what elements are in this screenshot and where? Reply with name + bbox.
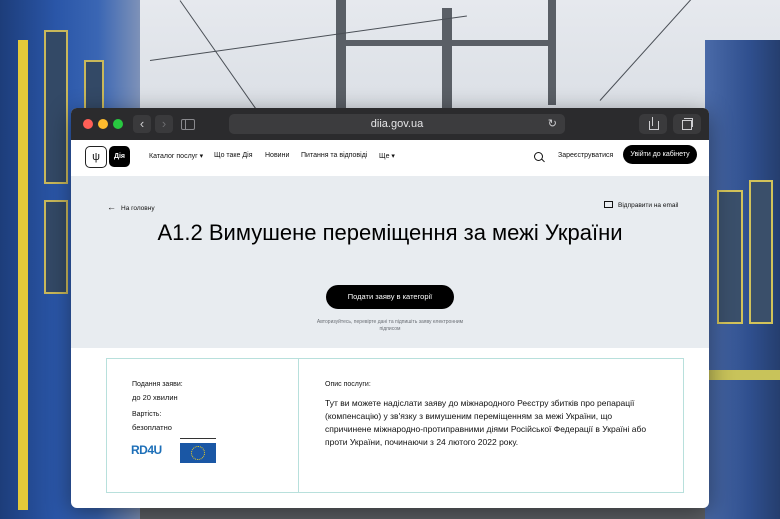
back-to-home-link[interactable]: ← На головну <box>107 202 155 212</box>
nav-news[interactable]: Новини <box>265 152 289 159</box>
register-link[interactable]: Зареєструватися <box>558 152 613 159</box>
diia-logo[interactable]: Дія <box>109 146 130 167</box>
train-window <box>749 180 773 324</box>
catenary-pole <box>548 0 556 105</box>
site-header: ψ Дія Каталог послуг ▾ Що таке Дія Новин… <box>71 140 709 176</box>
train-window <box>44 200 68 294</box>
trident-logo-icon[interactable]: ψ <box>85 146 107 168</box>
page-title: А1.2 Вимушене переміщення за межі Україн… <box>157 220 623 245</box>
mail-icon <box>604 201 613 208</box>
service-info-card: Подання заяви: до 20 хвилин Вартість: бе… <box>106 358 684 493</box>
back-to-home-label: На головну <box>121 205 155 212</box>
nav-faq[interactable]: Питання та відповіді <box>301 152 367 159</box>
service-description: Тут ви можете надіслати заяву до міжнаро… <box>325 398 647 447</box>
service-hero: ← На головну Відправити на email А1.2 Вим… <box>71 176 709 348</box>
browser-window: ‹ › diia.gov.ua ↻ ψ Дія Каталог послуг ▾… <box>71 108 709 508</box>
share-icon[interactable] <box>639 114 667 134</box>
arrow-left-icon: ← <box>107 202 116 212</box>
minimize-window-button[interactable] <box>98 119 108 129</box>
catenary-pole <box>336 0 346 110</box>
forward-arrow-icon[interactable]: › <box>155 115 173 133</box>
send-email-link[interactable]: Відправити на email <box>604 201 678 209</box>
login-button[interactable]: Увійти до кабінету <box>623 145 697 164</box>
train-stripe <box>705 370 780 380</box>
train-stripe <box>18 40 28 510</box>
search-icon[interactable] <box>534 152 543 161</box>
tabs-overview-icon[interactable] <box>673 114 701 134</box>
sidebar-toggle-icon[interactable] <box>179 116 197 132</box>
train-window <box>717 190 743 324</box>
close-window-button[interactable] <box>83 119 93 129</box>
coe-flag <box>180 443 216 463</box>
time-value: до 20 хвилин <box>132 393 178 402</box>
address-bar[interactable]: diia.gov.ua ↻ <box>229 114 565 134</box>
url-text: diia.gov.ua <box>370 118 424 130</box>
time-label: Подання заяви: <box>132 381 183 388</box>
cost-value: безоплатно <box>132 423 172 432</box>
maximize-window-button[interactable] <box>113 119 123 129</box>
back-arrow-icon[interactable]: ‹ <box>133 115 151 133</box>
nav-more[interactable]: Ще ▾ <box>379 152 395 160</box>
apply-button[interactable]: Подати заяву в категорії <box>326 285 454 309</box>
send-email-label: Відправити на email <box>618 202 679 209</box>
description-label: Опис послуги: <box>325 381 371 388</box>
council-of-europe-logo <box>180 438 216 465</box>
auth-note: Авторизуйтесь, перевірте дані та підпиші… <box>316 319 464 332</box>
rd4u-logo-text: RD4U <box>131 443 162 457</box>
cost-label: Вартість: <box>132 411 162 418</box>
rd4u-logo: RD4U <box>131 439 175 463</box>
reload-icon[interactable]: ↻ <box>548 114 557 134</box>
catenary-pole <box>442 8 452 110</box>
coe-logo-rule <box>180 438 216 442</box>
nav-what-is-diia[interactable]: Що таке Дія <box>214 152 253 159</box>
train-window <box>44 30 68 184</box>
catenary-beam <box>336 40 556 46</box>
browser-titlebar: ‹ › diia.gov.ua ↻ <box>71 108 709 140</box>
train-right <box>705 40 780 519</box>
card-divider <box>298 359 299 492</box>
coe-stars-ring <box>191 446 205 460</box>
nav-services-catalog[interactable]: Каталог послуг ▾ <box>149 152 203 160</box>
